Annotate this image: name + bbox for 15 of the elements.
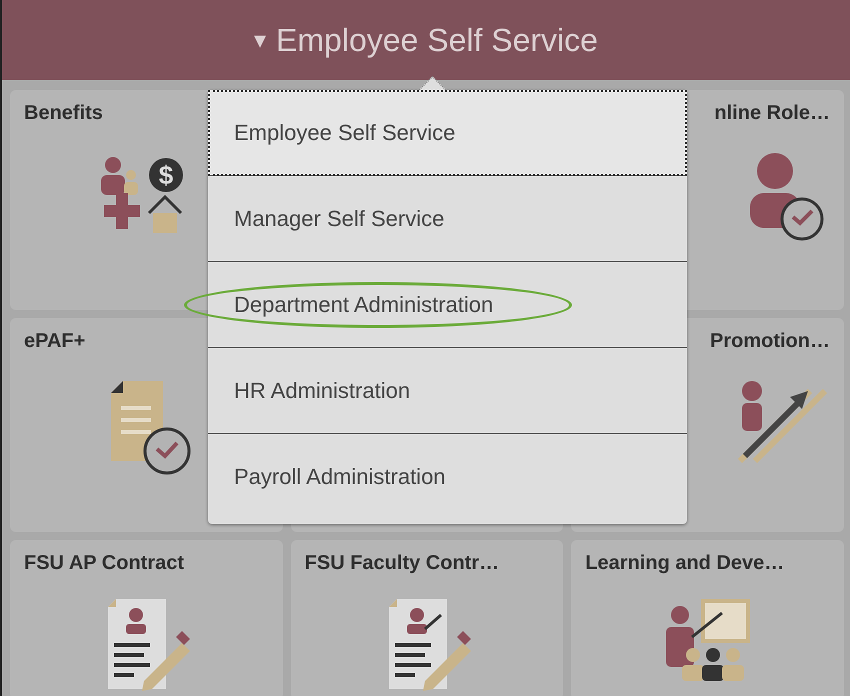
tile-title: FSU Faculty Contr…: [304, 552, 500, 575]
tile[interactable]: Learning and Deve…: [571, 540, 844, 696]
tile-title: Promotion…: [710, 330, 830, 353]
tile-title: Learning and Deve…: [585, 552, 786, 575]
tile-title: FSU AP Contract: [24, 552, 186, 575]
menu-item[interactable]: Employee Self Service: [208, 90, 687, 176]
menu-item[interactable]: HR Administration: [208, 348, 687, 434]
tile-title: nline Role…: [714, 102, 830, 125]
tile-title: ePAF+: [24, 330, 86, 353]
menu-item[interactable]: Manager Self Service: [208, 176, 687, 262]
tile[interactable]: FSU Faculty Contr…: [290, 540, 564, 696]
tile-title: Benefits: [24, 102, 104, 125]
menu-item[interactable]: Department Administration: [208, 262, 687, 348]
tile[interactable]: FSU AP Contract: [10, 540, 283, 696]
homepage-selector[interactable]: ▾ Employee Self Service: [254, 22, 598, 58]
